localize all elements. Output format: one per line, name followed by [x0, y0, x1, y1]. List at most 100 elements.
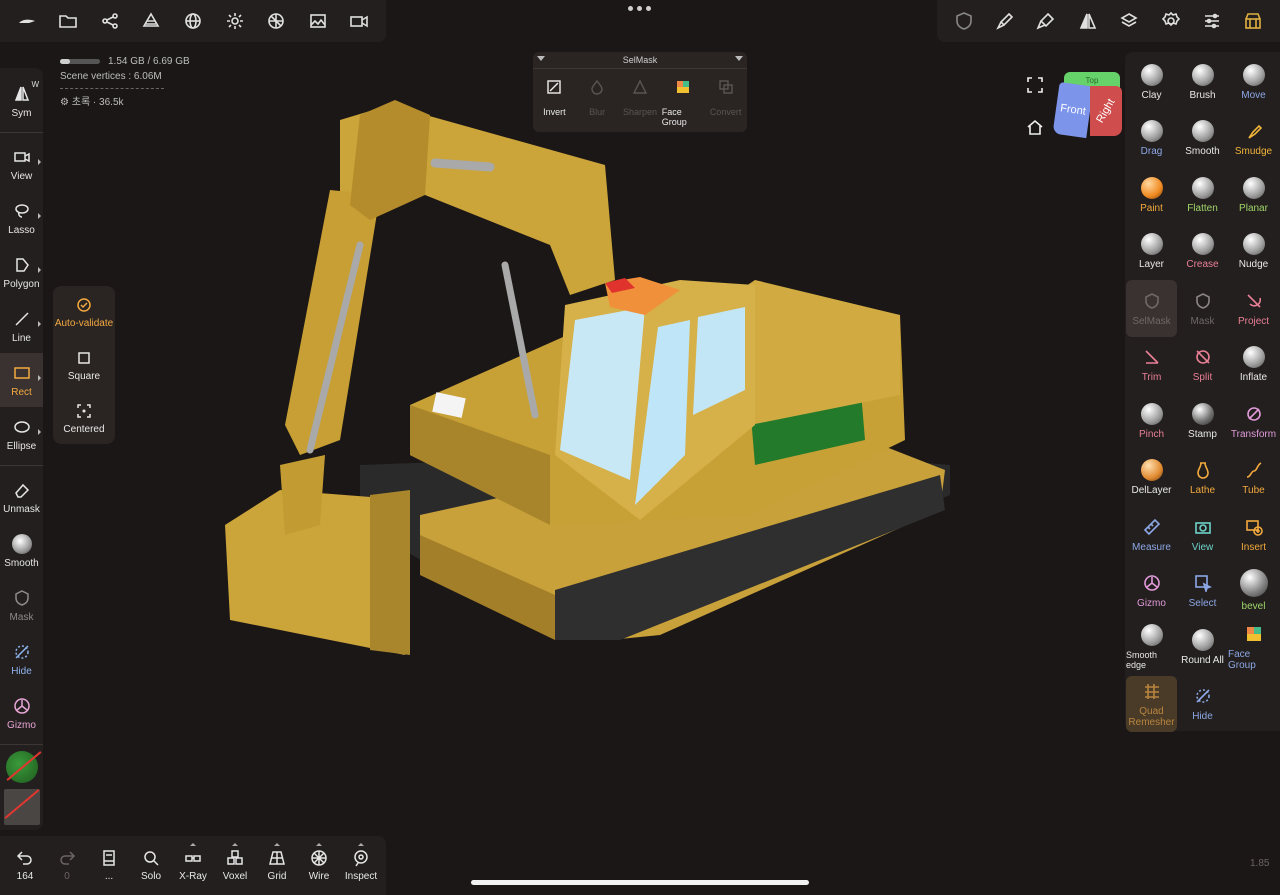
- expand-icon[interactable]: [735, 56, 743, 61]
- tool-layer[interactable]: Layer: [1126, 224, 1177, 281]
- blur-button[interactable]: Blur: [576, 77, 618, 127]
- tool-measure[interactable]: Measure: [1126, 506, 1177, 563]
- more-dots-icon[interactable]: [628, 6, 652, 16]
- camera-icon[interactable]: [343, 5, 375, 37]
- home-indicator[interactable]: [471, 880, 809, 885]
- navigation-cube[interactable]: Top Front Right: [1052, 72, 1122, 139]
- memory-text: 1.54 GB / 6.69 GB: [108, 56, 190, 67]
- tool-inflate[interactable]: Inflate: [1228, 337, 1279, 394]
- material-swatch[interactable]: [3, 789, 40, 825]
- brush-icon[interactable]: [989, 5, 1021, 37]
- wireframe-sphere-icon[interactable]: [177, 5, 209, 37]
- settings-icon[interactable]: [1155, 5, 1187, 37]
- voxel-button[interactable]: Voxel: [215, 843, 255, 882]
- tool-smooth[interactable]: Smooth: [0, 524, 43, 578]
- tool-mask[interactable]: Mask: [0, 578, 43, 632]
- tool-sym[interactable]: Sym W: [0, 74, 43, 128]
- cube-front-face[interactable]: Front: [1052, 81, 1094, 139]
- tool-gizmo[interactable]: Gizmo: [0, 686, 43, 740]
- tool-view-right[interactable]: View: [1177, 506, 1228, 563]
- tool-select[interactable]: Select: [1177, 563, 1228, 620]
- square-toggle[interactable]: Square: [53, 339, 115, 392]
- tool-hide-right[interactable]: Hide: [1177, 676, 1228, 733]
- history-button[interactable]: ...: [89, 849, 129, 882]
- invert-button[interactable]: Invert: [533, 77, 575, 127]
- tool-selmask[interactable]: SelMask: [1126, 280, 1177, 337]
- tool-rect[interactable]: Rect: [0, 353, 43, 407]
- home-icon[interactable]: [1026, 118, 1046, 138]
- layers-icon[interactable]: [1113, 5, 1145, 37]
- tool-drag[interactable]: Drag: [1126, 111, 1177, 168]
- inspect-button[interactable]: Inspect: [341, 843, 381, 882]
- tool-lathe[interactable]: Lathe: [1177, 450, 1228, 507]
- tool-transform[interactable]: Transform: [1228, 393, 1279, 450]
- fullscreen-icon[interactable]: [1026, 76, 1046, 96]
- color-swatch[interactable]: [5, 751, 41, 783]
- tool-polygon[interactable]: Polygon: [0, 245, 43, 299]
- tool-hide[interactable]: Hide: [0, 632, 43, 686]
- tool-insert[interactable]: Insert: [1228, 506, 1279, 563]
- tool-ellipse[interactable]: Ellipse: [0, 407, 43, 461]
- tool-brush[interactable]: Brush: [1177, 54, 1228, 111]
- tool-project[interactable]: Project: [1228, 280, 1279, 337]
- flatten-icon: [1191, 176, 1214, 199]
- tool-pinch[interactable]: Pinch: [1126, 393, 1177, 450]
- viewport-excavator-model[interactable]: [210, 95, 960, 665]
- tool-trim[interactable]: Trim: [1126, 337, 1177, 394]
- tool-dellayer[interactable]: DelLayer: [1126, 450, 1177, 507]
- tool-quad-remesher[interactable]: Quad Remesher: [1126, 675, 1177, 732]
- tool-smooth-edge[interactable]: Smooth edge: [1126, 619, 1177, 676]
- tool-smudge[interactable]: Smudge: [1228, 111, 1279, 168]
- solo-button[interactable]: Solo: [131, 849, 171, 882]
- tool-crease[interactable]: Crease: [1177, 224, 1228, 281]
- tool-bevel[interactable]: bevel: [1228, 563, 1279, 620]
- tool-view[interactable]: View: [0, 137, 43, 191]
- wire-button[interactable]: Wire: [299, 843, 339, 882]
- tool-round-all[interactable]: Round All: [1177, 619, 1228, 676]
- tool-mask-right[interactable]: Mask: [1177, 280, 1228, 337]
- gizmo-right-icon: [1141, 572, 1163, 594]
- material-icon[interactable]: [260, 5, 292, 37]
- eraser-icon: [11, 479, 33, 501]
- tool-move[interactable]: Move: [1228, 54, 1279, 111]
- tool-flatten[interactable]: Flatten: [1177, 167, 1228, 224]
- sun-icon[interactable]: [219, 5, 251, 37]
- tool-face-group[interactable]: Face Group: [1228, 619, 1279, 676]
- tool-lasso[interactable]: Lasso: [0, 191, 43, 245]
- cube-right-face[interactable]: Right: [1090, 86, 1122, 136]
- tool-paint[interactable]: Paint: [1126, 167, 1177, 224]
- symmetry-icon[interactable]: [1072, 5, 1104, 37]
- tool-view-right-label: View: [1191, 541, 1214, 553]
- clay-icon: [1140, 63, 1163, 86]
- redo-button[interactable]: 0: [47, 849, 87, 882]
- tool-stamp[interactable]: Stamp: [1177, 393, 1228, 450]
- picker-icon[interactable]: [1030, 5, 1062, 37]
- image-icon[interactable]: [302, 5, 334, 37]
- tool-smooth-right[interactable]: Smooth: [1177, 111, 1228, 168]
- tool-planar[interactable]: Planar: [1228, 167, 1279, 224]
- tool-unmask[interactable]: Unmask: [0, 470, 43, 524]
- logo-icon[interactable]: [11, 5, 43, 37]
- xray-button[interactable]: X-Ray: [173, 843, 213, 882]
- share-icon[interactable]: [94, 5, 126, 37]
- folder-icon[interactable]: [52, 5, 84, 37]
- undo-button[interactable]: 164: [5, 849, 45, 882]
- sliders-icon[interactable]: [1196, 5, 1228, 37]
- tool-split[interactable]: Split: [1177, 337, 1228, 394]
- tool-nudge[interactable]: Nudge: [1228, 224, 1279, 281]
- tool-gizmo-right[interactable]: Gizmo: [1126, 563, 1177, 620]
- sharpen-button[interactable]: Sharpen: [619, 77, 661, 127]
- tool-sym-label: Sym: [11, 108, 32, 119]
- auto-validate-toggle[interactable]: Auto-validate: [53, 286, 115, 339]
- tool-clay[interactable]: Clay: [1126, 54, 1177, 111]
- grid-button[interactable]: Grid: [257, 843, 297, 882]
- shop-icon[interactable]: [1237, 5, 1269, 37]
- centered-toggle[interactable]: Centered: [53, 392, 115, 445]
- face-group-button[interactable]: Face Group: [662, 77, 704, 127]
- tool-tube[interactable]: Tube: [1228, 450, 1279, 507]
- tool-line[interactable]: Line: [0, 299, 43, 353]
- collapse-icon[interactable]: [537, 56, 545, 61]
- scene-icon[interactable]: [135, 5, 167, 37]
- selmask-icon[interactable]: [948, 5, 980, 37]
- convert-button[interactable]: Convert: [705, 77, 747, 127]
